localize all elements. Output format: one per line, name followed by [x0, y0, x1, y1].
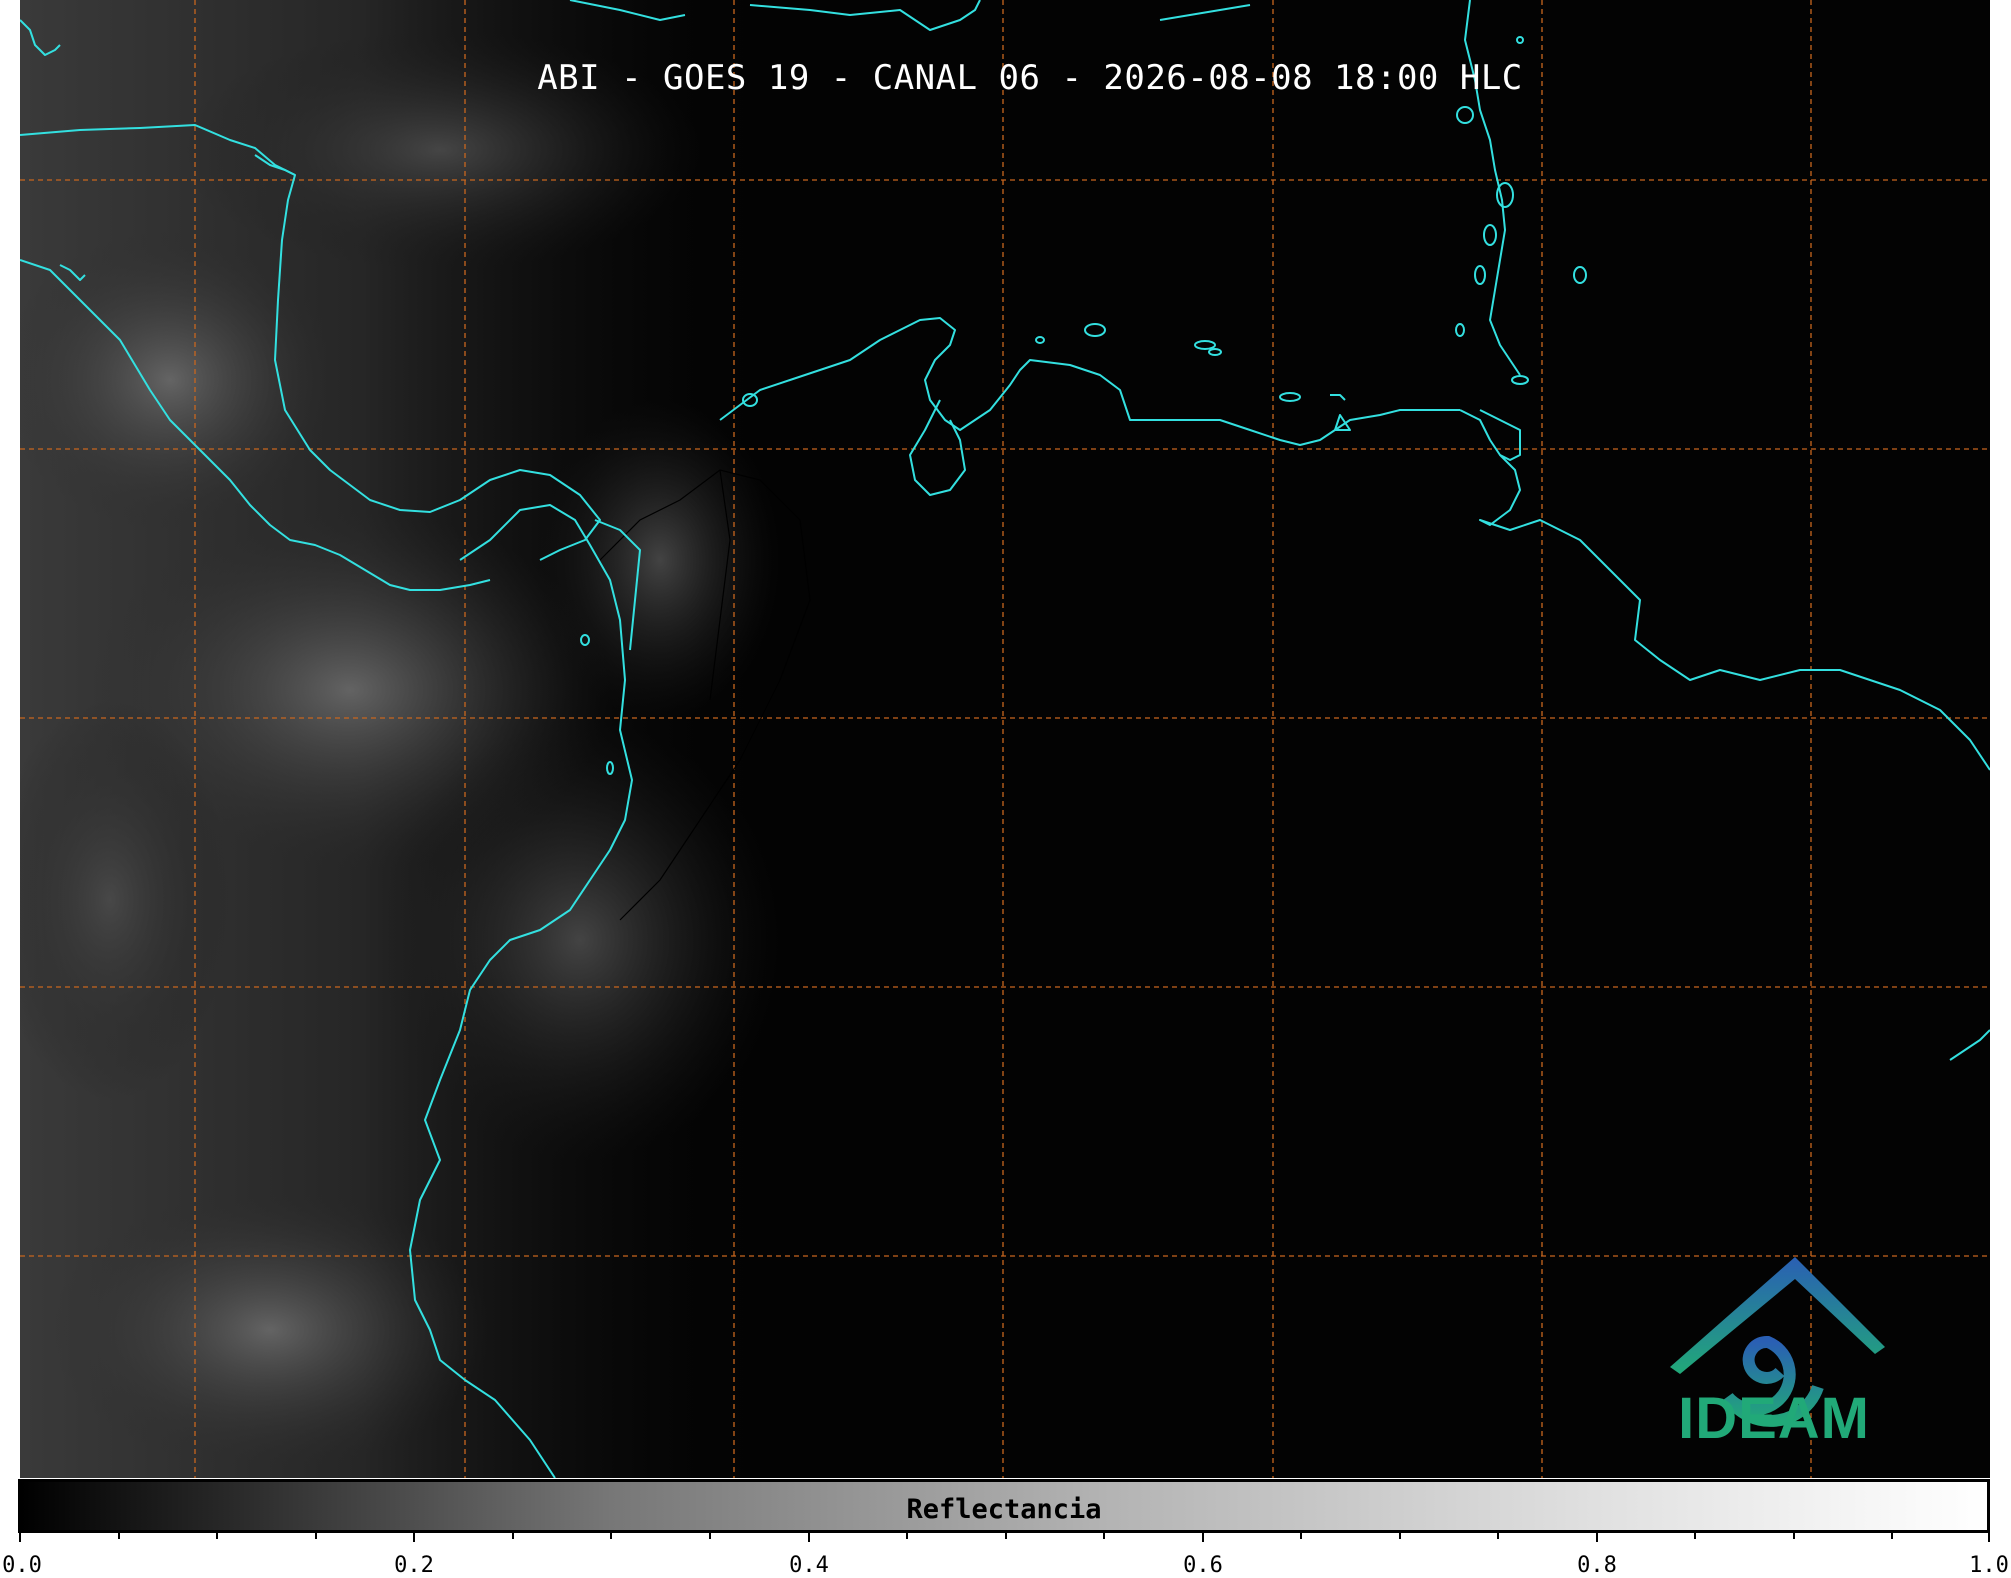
cloud-mass: [540, 400, 780, 720]
colorbar-tick-label: 0.0: [2, 1553, 42, 1578]
colorbar: Reflectancia: [18, 1479, 1990, 1533]
colorbar-ticks: [19, 1532, 1990, 1542]
colorbar-tick-label: 0.8: [1577, 1553, 1617, 1578]
colorbar-tick-label: 0.2: [394, 1553, 434, 1578]
colorbar-tick-label: 0.6: [1183, 1553, 1223, 1578]
colorbar-label: Reflectancia: [906, 1494, 1102, 1525]
cloud-mass: [50, 1190, 490, 1470]
map-layer: [20, 0, 1990, 1478]
mountain-roof-icon: [1670, 1257, 1885, 1374]
satellite-map: ABI - GOES 19 - CANAL 06 - 2026-08-08 18…: [20, 0, 1990, 1478]
ideam-logo-text: IDEAM: [1678, 1386, 1870, 1451]
map-title: ABI - GOES 19 - CANAL 06 - 2026-08-08 18…: [537, 58, 1523, 98]
colorbar-tick-label: 0.4: [789, 1553, 829, 1578]
cloud-mass: [380, 720, 780, 1160]
colorbar-tick-label: 1.0: [1969, 1553, 2009, 1578]
